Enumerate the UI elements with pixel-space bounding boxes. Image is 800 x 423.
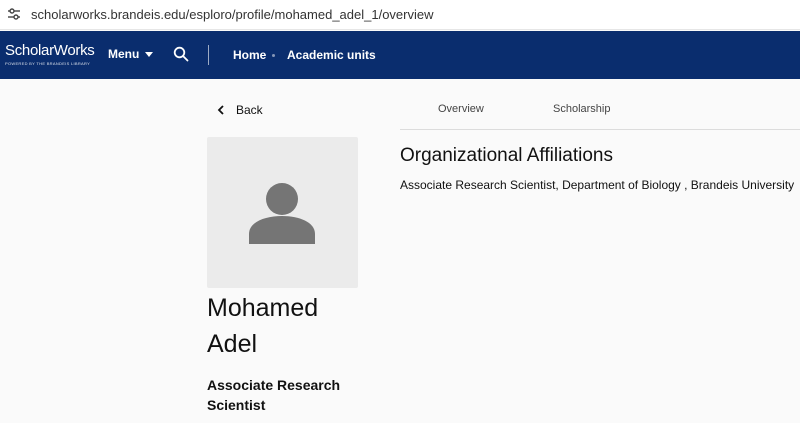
tune-icon[interactable]	[7, 7, 21, 21]
profile-name: Mohamed Adel	[207, 290, 387, 362]
avatar	[207, 137, 358, 288]
search-icon[interactable]	[173, 46, 189, 62]
url-text[interactable]: scholarworks.brandeis.edu/esploro/profil…	[31, 7, 434, 22]
header-divider	[208, 45, 209, 65]
tab-scholarship[interactable]: Scholarship	[553, 103, 610, 115]
menu-label: Menu	[108, 47, 140, 61]
profile-first-name: Mohamed	[207, 294, 319, 322]
browser-address-bar[interactable]: scholarworks.brandeis.edu/esploro/profil…	[0, 0, 800, 30]
back-label: Back	[236, 103, 263, 117]
chevron-left-icon	[217, 105, 224, 115]
affiliations-heading: Organizational Affiliations	[400, 145, 613, 166]
affiliation-item: Associate Research Scientist, Department…	[400, 178, 795, 192]
nav-home-link[interactable]: Home	[233, 48, 266, 62]
logo-subtitle: POWERED BY THE BRANDEIS LIBRARY	[5, 61, 91, 66]
tab-overview[interactable]: Overview	[438, 103, 484, 115]
nav-separator	[272, 54, 275, 57]
person-icon	[249, 183, 315, 244]
profile-tabs: Overview Scholarship	[400, 96, 800, 130]
nav-academic-units-link[interactable]: Academic units	[287, 48, 376, 62]
back-button[interactable]: Back	[216, 103, 263, 117]
profile-title: Associate Research Scientist	[207, 377, 341, 413]
site-header: ScholarWorks POWERED BY THE BRANDEIS LIB…	[0, 31, 800, 79]
logo-title: ScholarWorks	[5, 42, 95, 59]
scholarworks-logo[interactable]: ScholarWorks POWERED BY THE BRANDEIS LIB…	[5, 42, 95, 67]
profile-last-name: Adel	[207, 330, 258, 358]
chevron-down-icon	[145, 51, 154, 57]
menu-button[interactable]: Menu	[108, 47, 154, 61]
